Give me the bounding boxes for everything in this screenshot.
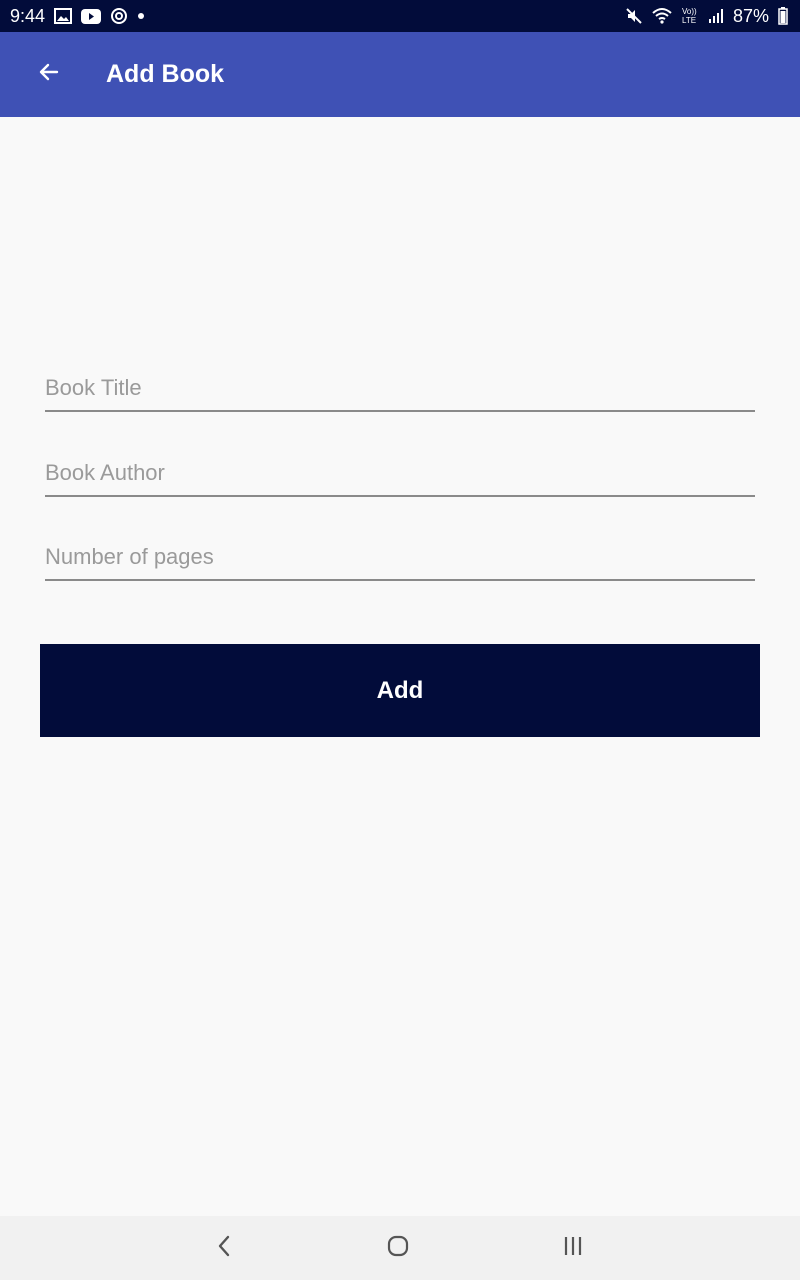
svg-text:Vo)): Vo)) [682, 7, 697, 16]
status-bar: 9:44 Vo)) LTE 87% [0, 0, 800, 32]
book-title-field-container [45, 352, 755, 412]
home-icon [386, 1234, 410, 1263]
book-title-input[interactable] [45, 352, 755, 412]
arrow-left-icon [37, 60, 61, 89]
battery-percent: 87% [732, 5, 769, 26]
wifi-icon [652, 7, 672, 25]
volte-lte-icon: Vo)) LTE [681, 6, 699, 26]
status-bar-left: 9:44 [10, 6, 145, 27]
mute-icon [625, 7, 643, 25]
signal-icon [708, 8, 724, 24]
recent-apps-icon [561, 1234, 585, 1263]
app-bar: Add Book [0, 32, 800, 117]
number-of-pages-input[interactable] [45, 521, 755, 581]
back-icon [214, 1234, 234, 1263]
nav-back-button[interactable] [204, 1228, 244, 1268]
nav-home-button[interactable] [378, 1228, 418, 1268]
add-button[interactable]: Add [40, 644, 760, 737]
sync-icon [110, 7, 128, 25]
book-author-input[interactable] [45, 437, 755, 497]
navigation-bar [0, 1216, 800, 1280]
status-time: 9:44 [10, 5, 46, 26]
image-icon [54, 8, 73, 24]
youtube-icon [81, 8, 102, 24]
page-title: Add Book [106, 60, 225, 88]
book-author-field-container [45, 437, 755, 497]
svg-text:LTE: LTE [682, 16, 696, 25]
number-of-pages-field-container [45, 521, 755, 581]
battery-icon [778, 7, 788, 25]
dot-icon [137, 12, 145, 20]
back-button[interactable] [24, 50, 74, 100]
nav-recent-apps-button[interactable] [553, 1228, 593, 1268]
status-bar-right: Vo)) LTE 87% [625, 6, 788, 27]
